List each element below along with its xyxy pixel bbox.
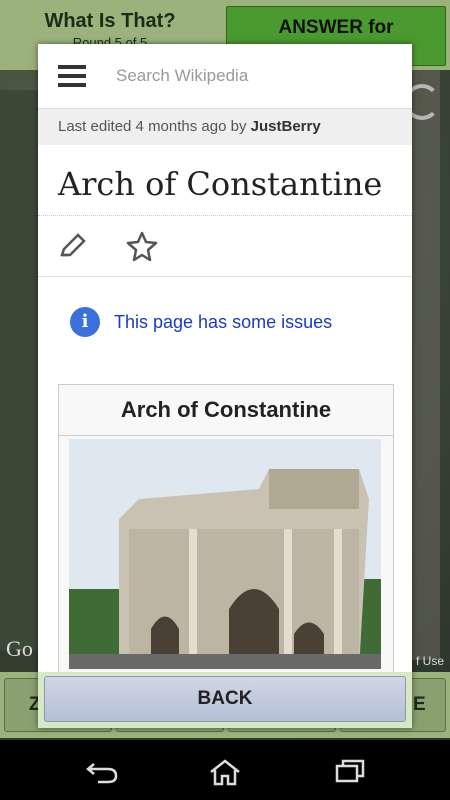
game-title: What Is That? xyxy=(44,10,176,32)
last-edited-text: Last edited 4 months ago by xyxy=(58,118,251,135)
page-actions xyxy=(38,216,412,277)
wikipedia-dialog: Search Wikipedia Last edited 4 months ag… xyxy=(38,44,412,728)
pencil-icon[interactable] xyxy=(58,231,88,261)
search-bar: Search Wikipedia xyxy=(38,44,412,109)
back-nav-icon[interactable] xyxy=(84,758,120,784)
info-icon: i xyxy=(70,307,100,337)
android-nav-bar xyxy=(0,740,450,800)
star-icon[interactable] xyxy=(126,230,158,262)
menu-icon[interactable] xyxy=(58,65,86,87)
page-title: Arch of Constantine xyxy=(38,145,412,216)
recents-nav-icon[interactable] xyxy=(334,758,366,784)
search-input[interactable]: Search Wikipedia xyxy=(116,66,248,86)
arch-image[interactable] xyxy=(69,439,381,669)
home-nav-icon[interactable] xyxy=(208,758,242,786)
infobox-title: Arch of Constantine xyxy=(59,385,393,436)
back-button[interactable]: BACK xyxy=(44,676,406,722)
page-issues-link[interactable]: i This page has some issues xyxy=(38,277,412,337)
google-logo: Go xyxy=(6,636,33,661)
terms-of-use-link[interactable]: f Use xyxy=(416,654,444,668)
last-edited-strip[interactable]: Last edited 4 months ago by JustBerry xyxy=(38,109,412,145)
last-edited-user[interactable]: JustBerry xyxy=(251,118,321,135)
issues-text: This page has some issues xyxy=(114,311,333,332)
